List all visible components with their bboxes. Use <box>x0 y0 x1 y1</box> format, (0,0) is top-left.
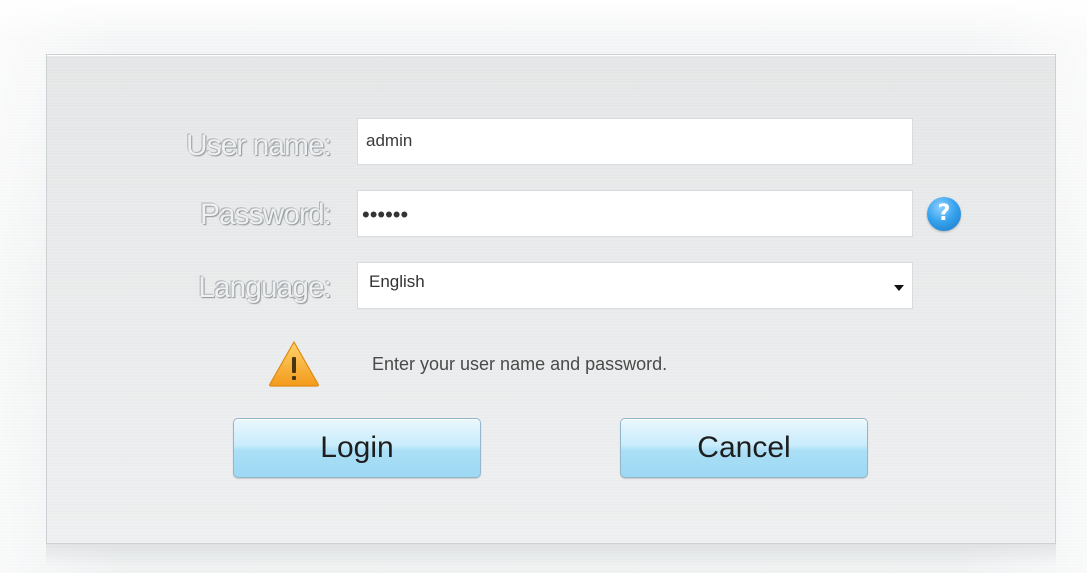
language-select[interactable]: English <box>357 262 913 309</box>
chevron-down-icon[interactable] <box>894 285 904 291</box>
username-field-box <box>357 117 913 165</box>
cancel-button[interactable]: Cancel <box>620 418 868 478</box>
username-input[interactable] <box>358 117 912 165</box>
login-button[interactable]: Login <box>233 418 481 478</box>
warning-triangle-icon <box>269 340 319 387</box>
status-message: Enter your user name and password. <box>372 354 668 374</box>
language-selected-value: English <box>369 272 425 291</box>
language-label: Language: <box>198 271 332 304</box>
password-field[interactable]: •••••• <box>357 190 913 237</box>
password-label: Password: <box>199 198 332 231</box>
login-panel-shadow <box>46 544 1056 566</box>
question-mark-icon[interactable]: ? <box>927 197 961 231</box>
username-label: User name: <box>185 129 332 162</box>
password-masked-value: •••••• <box>362 202 409 227</box>
